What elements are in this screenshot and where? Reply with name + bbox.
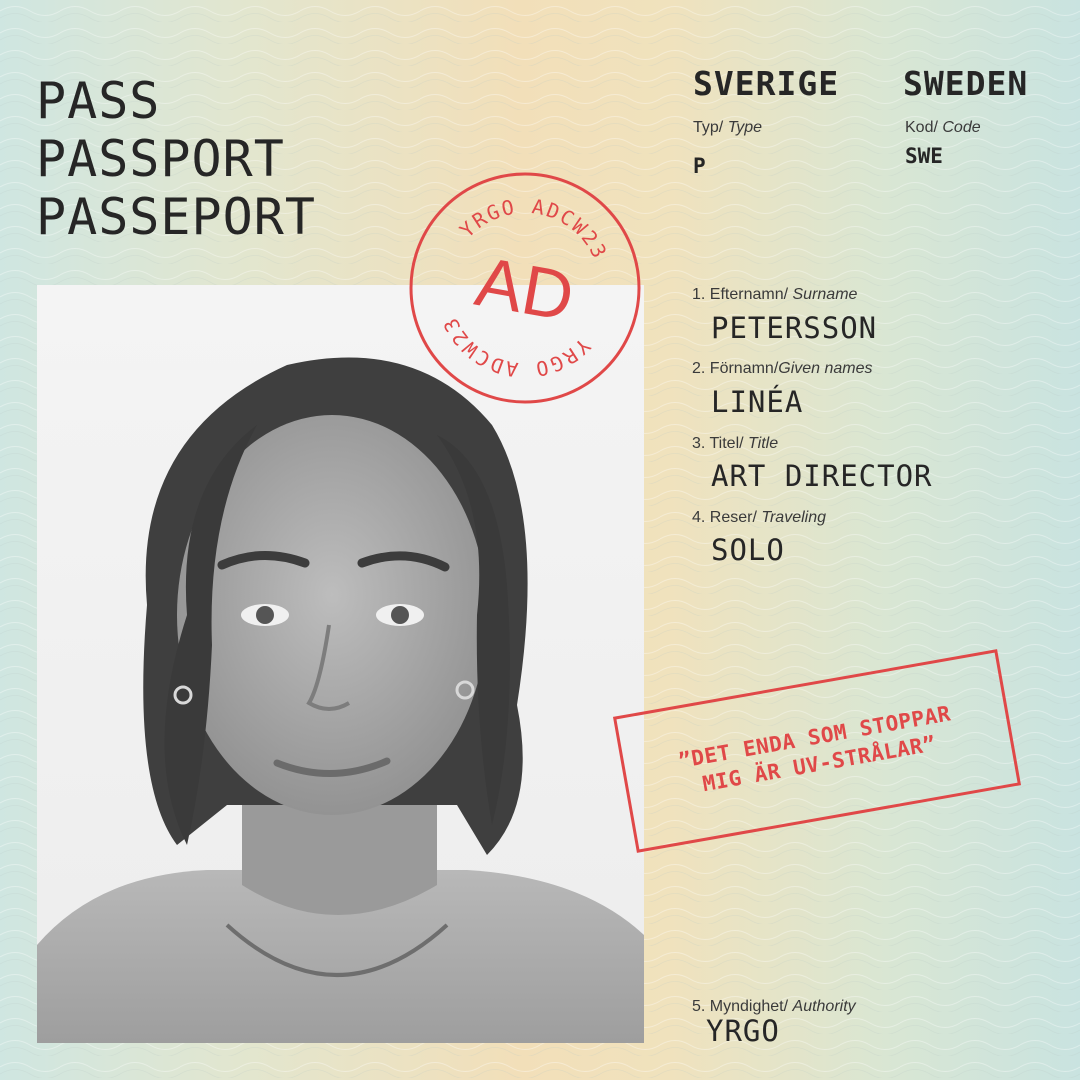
traveling-label-en: Traveling bbox=[761, 509, 826, 526]
traveling-label: 4. Reser/ Traveling bbox=[692, 509, 826, 527]
surname-label-en: Surname bbox=[792, 286, 858, 303]
document-title: PASS PASSPORT PASSEPORT bbox=[36, 72, 316, 246]
title-line-2: PASSPORT bbox=[36, 130, 285, 188]
code-value: SWE bbox=[905, 144, 943, 168]
title-line-3: PASSEPORT bbox=[36, 188, 316, 246]
type-value: P bbox=[693, 154, 706, 178]
round-stamp: YRGO ADCW23 YRGO ADCW23 AD bbox=[409, 172, 641, 404]
authority-label-sv: 5. Myndighet/ bbox=[692, 998, 789, 1015]
given-names-label: 2. Förnamn/Given names bbox=[692, 360, 873, 378]
country-english: SWEDEN bbox=[903, 64, 1029, 103]
title-field-label-en: Title bbox=[748, 435, 779, 452]
code-label: Kod/ Code bbox=[905, 119, 981, 137]
traveling-label-sv: 4. Reser/ bbox=[692, 509, 757, 526]
passport-page: PASS PASSPORT PASSEPORT SVERIGE SWEDEN T… bbox=[0, 0, 1080, 1080]
type-label-en: Type bbox=[727, 119, 763, 136]
type-label: Typ/ Type bbox=[693, 119, 762, 137]
quote-stamp: ”DET ENDA SOM STOPPAR MIG ÄR UV-STRÅLAR” bbox=[612, 649, 1022, 853]
code-label-en: Code bbox=[942, 119, 981, 136]
title-field-label: 3. Titel/ Title bbox=[692, 435, 778, 453]
stamp-center-text: AD bbox=[470, 242, 579, 336]
surname-label-sv: 1. Efternamn/ bbox=[692, 286, 789, 303]
title-line-1: PASS bbox=[36, 72, 161, 130]
surname-label: 1. Efternamn/ Surname bbox=[692, 286, 857, 304]
code-label-sv: Kod/ bbox=[905, 119, 938, 136]
given-names-value: LINÉA bbox=[711, 385, 804, 419]
type-label-sv: Typ/ bbox=[693, 119, 724, 136]
traveling-value: SOLO bbox=[711, 533, 785, 567]
title-field-value: ART DIRECTOR bbox=[711, 459, 933, 493]
given-names-label-sv: 2. Förnamn/ bbox=[692, 360, 779, 377]
title-field-label-sv: 3. Titel/ bbox=[692, 435, 744, 452]
authority-value: YRGO bbox=[706, 1014, 780, 1048]
surname-value: PETERSSON bbox=[711, 311, 878, 345]
authority-label-en: Authority bbox=[792, 998, 856, 1015]
country-native: SVERIGE bbox=[693, 64, 840, 103]
given-names-label-en: Given names bbox=[778, 360, 873, 377]
